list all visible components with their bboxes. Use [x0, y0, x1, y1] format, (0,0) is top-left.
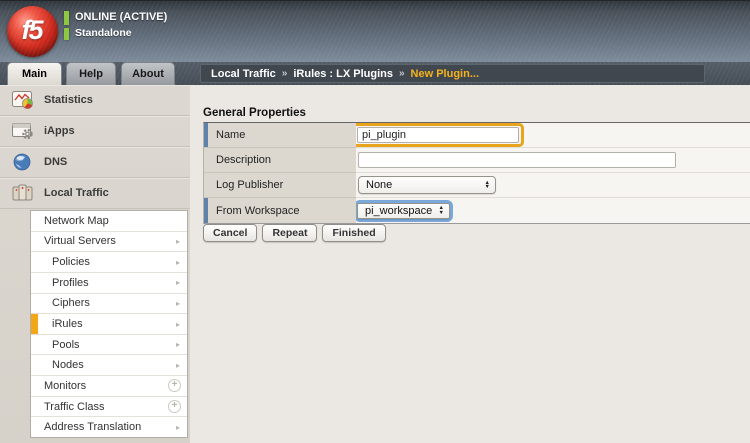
sidebar-item-label: DNS [44, 156, 67, 168]
breadcrumb-separator: » [282, 68, 288, 79]
device-status: ONLINE (ACTIVE) [75, 11, 167, 23]
sidebar-item-label: iApps [44, 125, 75, 137]
sidebar-item-network-map[interactable]: Network Map [31, 211, 187, 232]
repeat-button[interactable]: Repeat [262, 224, 317, 242]
sidebar-item-policies[interactable]: Policies ▸ [31, 252, 187, 273]
breadcrumb-current-page: New Plugin... [411, 68, 479, 80]
sidebar-item-monitors[interactable]: Monitors + [31, 376, 187, 397]
from-workspace-selected-value: pi_workspace [365, 205, 432, 217]
f5-logo-text: f5 [21, 15, 41, 46]
cancel-button[interactable]: Cancel [203, 224, 257, 242]
chevron-right-icon: ▸ [176, 278, 180, 287]
sidebar-item-label: Local Traffic [44, 187, 109, 199]
breadcrumb-separator: » [399, 68, 405, 79]
sidebar-item-label: Statistics [44, 94, 93, 106]
select-stepper-icon: ▲▼ [485, 181, 490, 190]
sidebar-item-iapps[interactable]: iApps [0, 116, 190, 147]
chevron-right-icon: ▸ [176, 237, 180, 246]
section-title: General Properties [203, 107, 306, 119]
sidebar-item-pools[interactable]: Pools ▸ [31, 335, 187, 356]
status-green-bar [64, 28, 69, 40]
general-properties-table: Name Description Log Publisher [203, 122, 750, 224]
top-banner: f5 ONLINE (ACTIVE) Standalone [0, 0, 750, 62]
workspace-select-focus-ring: pi_workspace ▲▼ [354, 200, 453, 222]
sidebar-item-ciphers[interactable]: Ciphers ▸ [31, 294, 187, 315]
breadcrumb-irules-lx-plugins[interactable]: iRules : LX Plugins [293, 68, 393, 80]
expand-plus-icon[interactable]: + [168, 379, 181, 392]
name-input[interactable] [357, 127, 519, 143]
required-indicator [204, 123, 208, 147]
device-mode: Standalone [75, 27, 132, 39]
sidebar-item-dns[interactable]: DNS [0, 147, 190, 178]
field-label-description: Description [204, 148, 356, 173]
from-workspace-select[interactable]: pi_workspace ▲▼ [357, 203, 450, 219]
sidebar-item-virtual-servers[interactable]: Virtual Servers ▸ [31, 232, 187, 253]
chevron-right-icon: ▸ [176, 258, 180, 267]
form-row-from-workspace: From Workspace pi_workspace ▲▼ [204, 198, 750, 223]
sidebar-item-local-traffic[interactable]: Local Traffic [0, 178, 190, 209]
required-indicator [204, 198, 208, 223]
field-label-log-publisher: Log Publisher [204, 173, 356, 198]
f5-logo: f5 [7, 6, 58, 57]
log-publisher-selected-value: None [366, 179, 392, 191]
sidebar-item-nodes[interactable]: Nodes ▸ [31, 355, 187, 376]
description-input[interactable] [358, 152, 676, 168]
chevron-right-icon: ▸ [176, 340, 180, 349]
form-actions: Cancel Repeat Finished [203, 224, 386, 242]
bigip-window: f5 ONLINE (ACTIVE) Standalone Main Help … [0, 0, 750, 443]
chevron-right-icon: ▸ [176, 361, 180, 370]
dns-icon [11, 152, 35, 172]
selected-item-marker [31, 314, 38, 334]
chevron-right-icon: ▸ [176, 299, 180, 308]
sidebar-item-profiles[interactable]: Profiles ▸ [31, 273, 187, 294]
breadcrumb: Local Traffic » iRules : LX Plugins » Ne… [200, 64, 705, 83]
sidebar: Statistics iApps DNS [0, 85, 190, 443]
finished-button[interactable]: Finished [322, 224, 385, 242]
tab-main[interactable]: Main [7, 62, 62, 85]
iapps-icon [11, 121, 35, 141]
local-traffic-submenu: Network Map Virtual Servers ▸ Policies ▸… [30, 210, 188, 438]
field-label-from-workspace: From Workspace [204, 198, 356, 223]
chevron-right-icon: ▸ [176, 423, 180, 432]
log-publisher-select[interactable]: None ▲▼ [358, 176, 496, 194]
chevron-right-icon: ▸ [176, 320, 180, 329]
tab-help[interactable]: Help [66, 62, 116, 85]
breadcrumb-local-traffic[interactable]: Local Traffic [211, 68, 276, 80]
tab-about[interactable]: About [121, 62, 175, 85]
form-row-log-publisher: Log Publisher None ▲▼ [204, 173, 750, 198]
main-content: General Properties Name Description [190, 85, 750, 443]
name-input-focus-ring [352, 123, 524, 147]
status-green-bar [64, 11, 69, 25]
sidebar-item-address-translation[interactable]: Address Translation ▸ [31, 417, 187, 437]
statistics-icon [11, 90, 35, 110]
form-row-name: Name [204, 123, 750, 148]
form-row-description: Description [204, 148, 750, 173]
sidebar-item-irules[interactable]: iRules ▸ [31, 314, 187, 335]
sidebar-item-traffic-class[interactable]: Traffic Class + [31, 397, 187, 418]
select-stepper-icon: ▲▼ [439, 206, 444, 215]
field-label-name: Name [204, 123, 356, 148]
expand-plus-icon[interactable]: + [168, 400, 181, 413]
local-traffic-icon [11, 183, 35, 203]
sidebar-item-statistics[interactable]: Statistics [0, 85, 190, 116]
